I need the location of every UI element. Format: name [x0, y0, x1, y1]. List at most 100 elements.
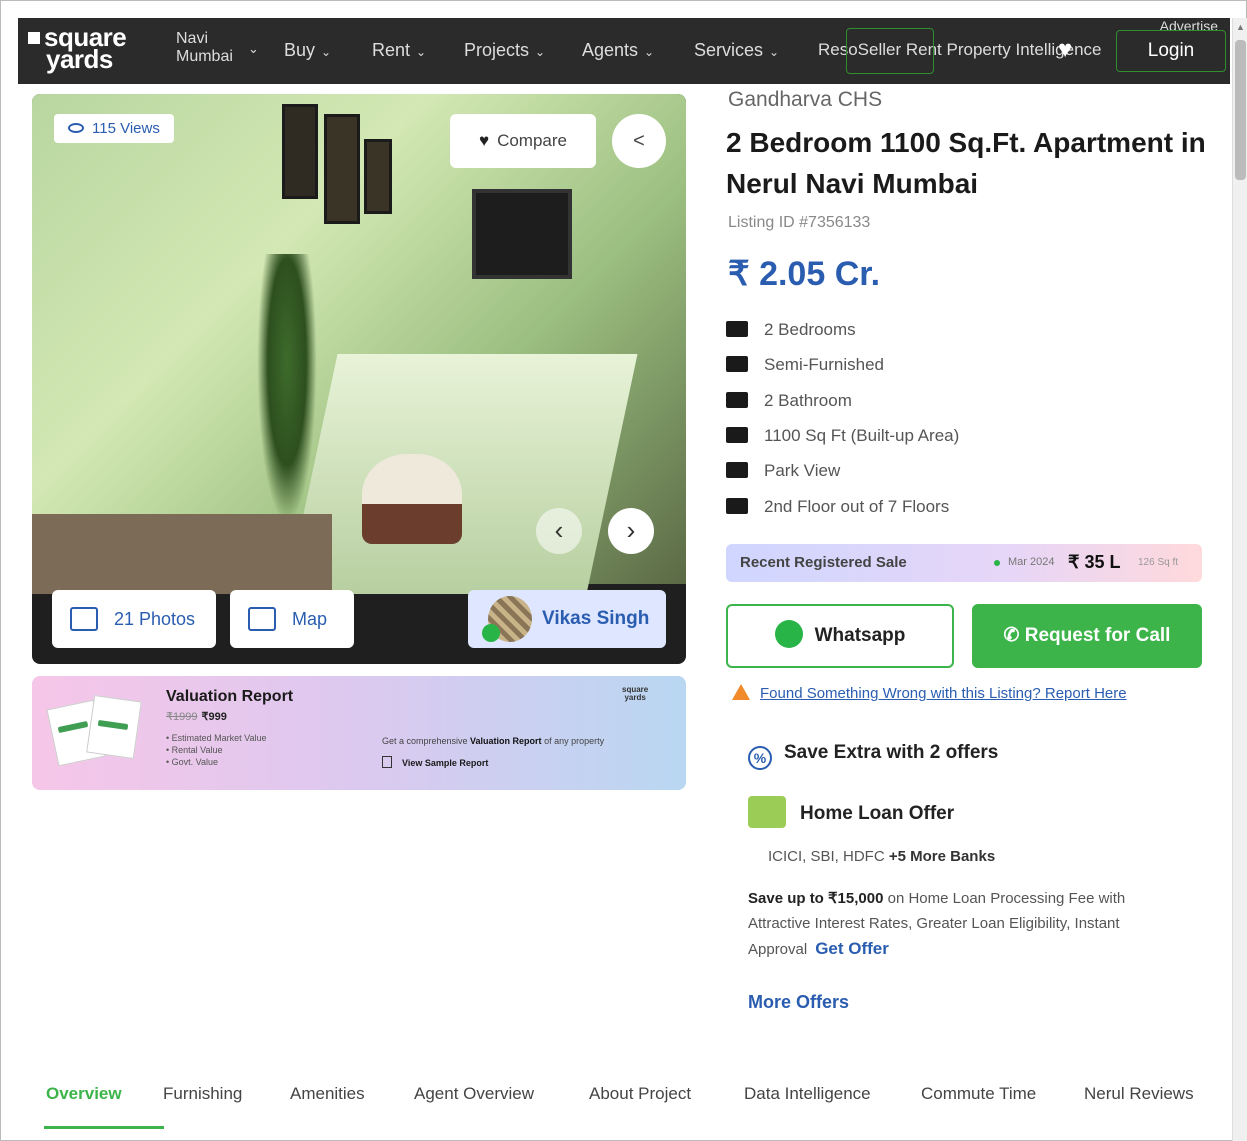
eye-icon	[68, 123, 84, 133]
report-listing-link[interactable]: Found Something Wrong with this Listing?…	[732, 684, 1127, 702]
active-tab-underline	[44, 1126, 164, 1129]
tab-data-intelligence[interactable]: Data Intelligence	[744, 1084, 871, 1104]
nav-item-agents[interactable]: Agents ⌄	[582, 40, 654, 61]
tab-furnishing[interactable]: Furnishing	[163, 1084, 242, 1104]
sofa-icon	[726, 356, 748, 372]
nav-item-label: Agents	[582, 40, 639, 60]
nav-item-buy[interactable]: Buy ⌄	[284, 40, 331, 61]
status-dot-icon	[994, 560, 1000, 566]
whatsapp-button[interactable]: Whatsapp	[726, 604, 954, 668]
logo-text-line2: yards	[46, 44, 113, 74]
shortlist-heart-icon[interactable]: ♥	[1058, 36, 1072, 64]
nav-item-projects[interactable]: Projects ⌄	[464, 40, 545, 61]
feature-area: 1100 Sq Ft (Built-up Area)	[726, 426, 959, 446]
tab-overview[interactable]: Overview	[46, 1084, 122, 1104]
stairs-icon	[726, 498, 748, 514]
heart-icon: ♥	[478, 131, 490, 150]
valuation-description: Get a comprehensive Valuation Report of …	[382, 736, 604, 746]
sample-report-label: View Sample Report	[402, 758, 489, 768]
tab-agent-overview[interactable]: Agent Overview	[414, 1084, 534, 1104]
feature-bedrooms: 2 Bedrooms	[726, 320, 856, 340]
recent-sale-bar[interactable]: Recent Registered Sale Mar 2024 ₹ 35 L 1…	[726, 544, 1202, 582]
nav-item-label: Services	[694, 40, 764, 60]
agent-name: Vikas Singh	[542, 608, 650, 629]
bank-names: ICICI, SBI, HDFC	[768, 848, 885, 865]
valuation-price: ₹1999 ₹999	[166, 710, 227, 723]
chevron-down-icon: ⌄	[416, 45, 427, 59]
document-icon	[382, 756, 392, 768]
report-label: Found Something Wrong with this Listing?…	[760, 685, 1127, 702]
agent-card[interactable]: Vikas Singh	[468, 590, 666, 648]
society-name[interactable]: Gandharva CHS	[728, 88, 882, 112]
compare-label: Compare	[497, 131, 567, 150]
recent-sale-date: Mar 2024	[1008, 556, 1055, 568]
chevron-down-icon: ⌄	[248, 41, 259, 56]
home-icon	[726, 427, 748, 443]
prev-photo-button[interactable]: ‹	[536, 508, 582, 554]
request-call-label: Request for Call	[1024, 625, 1171, 646]
valuation-old-price: ₹1999	[166, 711, 198, 723]
whatsapp-icon	[774, 620, 803, 648]
scrollbar-thumb[interactable]	[1235, 40, 1246, 180]
home-loan-label: Home Loan Offer	[800, 803, 955, 824]
call-badge-icon	[482, 624, 500, 642]
listing-title: 2 Bedroom 1100 Sq.Ft. Apartment in Nerul…	[726, 127, 1206, 199]
nav-item-rent[interactable]: Rent ⌄	[372, 40, 426, 61]
feature-label: 1100 Sq Ft (Built-up Area)	[764, 426, 960, 445]
tab-nerul-reviews[interactable]: Nerul Reviews	[1084, 1084, 1194, 1104]
get-offer-link[interactable]: Get Offer	[815, 939, 889, 958]
photos-button[interactable]: 21 Photos	[52, 590, 216, 648]
city-line1: Navi	[176, 30, 209, 47]
feature-label: 2 Bathroom	[764, 391, 852, 410]
compare-button[interactable]: ♥ Compare	[450, 114, 596, 168]
city-line2: Mumbai	[176, 48, 233, 65]
home-loan-offer: Home Loan Offer	[748, 796, 954, 828]
feature-view: Park View	[726, 461, 840, 481]
map-button[interactable]: Map	[230, 590, 354, 648]
share-button[interactable]: <	[612, 114, 666, 168]
tab-commute-time[interactable]: Commute Time	[921, 1084, 1036, 1104]
scroll-up-icon[interactable]: ▲	[1236, 22, 1245, 32]
feature-bathrooms: 2 Bathroom	[726, 391, 852, 411]
squareyards-logo[interactable]: square yards	[28, 24, 168, 74]
views-badge: 115 Views	[54, 114, 174, 143]
valuation-point: Govt. Value	[166, 756, 267, 768]
map-label: Map	[292, 609, 328, 629]
discount-icon: %	[748, 746, 772, 770]
tab-about-project[interactable]: About Project	[589, 1084, 691, 1104]
feature-furnishing: Semi-Furnished	[726, 355, 884, 375]
login-button[interactable]: Login	[1116, 30, 1226, 72]
feature-label: 2 Bedrooms	[764, 320, 856, 339]
city-selector[interactable]: Navi Mumbai ⌄	[176, 30, 259, 66]
valuation-desc-post: of any property	[541, 736, 605, 746]
photo-gallery: 115 Views ♥ Compare < ‹ › 21 Photos Map V…	[32, 94, 686, 664]
page-scrollbar[interactable]: ▲	[1232, 18, 1247, 1141]
next-photo-button[interactable]: ›	[608, 508, 654, 554]
photo-wall-art	[282, 104, 318, 199]
warning-icon	[732, 684, 750, 700]
tab-amenities[interactable]: Amenities	[290, 1084, 365, 1104]
view-sample-report-link[interactable]: View Sample Report	[382, 756, 488, 768]
chevron-down-icon: ⌄	[769, 45, 780, 59]
feature-label: 2nd Floor out of 7 Floors	[764, 497, 950, 516]
home-loan-description: Save up to ₹15,000 on Home Loan Processi…	[748, 886, 1168, 962]
photos-icon	[70, 607, 98, 631]
report-documents-icon	[46, 694, 152, 767]
nav-item-label: Rent	[372, 40, 411, 60]
recent-sale-label: Recent Registered Sale	[740, 554, 907, 571]
request-call-button[interactable]: ✆ Request for Call	[972, 604, 1202, 668]
photo-tv	[472, 189, 572, 279]
chevron-down-icon: ⌄	[535, 45, 546, 59]
nav-item-label: Buy	[284, 40, 316, 60]
valuation-desc-bold: Valuation Report	[470, 736, 542, 746]
valuation-report-banner[interactable]: Valuation Report ₹1999₹999 Estimated Mar…	[32, 676, 686, 790]
logo-square-icon	[28, 32, 40, 44]
post-property-button[interactable]	[846, 28, 934, 74]
more-offers-link[interactable]: More Offers	[748, 992, 849, 1013]
valuation-point: Estimated Market Value	[166, 732, 267, 744]
feature-label: Semi-Furnished	[764, 355, 884, 374]
views-count: 115 Views	[92, 120, 160, 137]
section-tabs: Overview Furnishing Amenities Agent Over…	[18, 1076, 1230, 1130]
nav-item-services[interactable]: Services ⌄	[694, 40, 779, 61]
valuation-logo: square yards	[622, 686, 648, 702]
